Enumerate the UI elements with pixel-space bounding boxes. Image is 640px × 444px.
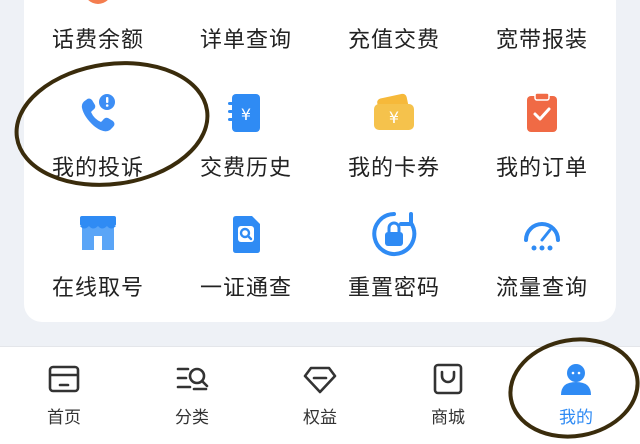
gauge-icon (524, 222, 560, 251)
service-data-query[interactable]: 流量查询 (468, 192, 616, 302)
service-complaint[interactable]: 我的投诉 (24, 72, 172, 182)
service-payment-history[interactable]: ¥ 交费历史 (172, 72, 320, 182)
service-label: 我的投诉 (51, 156, 144, 181)
tab-label: 权益 (303, 408, 337, 428)
svg-text:¥: ¥ (241, 105, 251, 124)
service-label: 详单查询 (199, 28, 292, 53)
category-search-icon (176, 367, 209, 391)
service-label: 流量查询 (495, 276, 588, 301)
service-label: 我的卡券 (347, 156, 440, 181)
tab-benefits[interactable]: 权益 (256, 347, 384, 444)
tab-label: 商城 (431, 408, 465, 428)
tab-label: 分类 (175, 408, 209, 428)
service-label: 一证通查 (199, 276, 292, 301)
phone-alert-icon (81, 94, 115, 132)
sim-search-icon (233, 216, 260, 253)
service-label: 话费余额 (51, 28, 144, 53)
tab-mine[interactable]: 我的 (512, 347, 640, 444)
service-take-number[interactable]: 在线取号 (24, 192, 172, 302)
lock-reset-icon (372, 212, 417, 256)
svg-text:¥: ¥ (389, 108, 399, 127)
user-icon (561, 364, 591, 395)
service-coupons[interactable]: ¥ 我的卡券 (320, 72, 468, 182)
service-label: 重置密码 (347, 276, 440, 301)
coupon-icon: ¥ (374, 93, 414, 130)
service-label: 宽带报装 (495, 28, 588, 53)
service-orders[interactable]: 我的订单 (468, 72, 616, 182)
home-icon (48, 365, 80, 393)
service-reset-password[interactable]: 重置密码 (320, 192, 468, 302)
clipboard-check-icon (527, 92, 557, 132)
shopping-bag-icon (433, 363, 463, 395)
payment-history-icon: ¥ (228, 94, 260, 132)
service-label: 充值交费 (347, 28, 440, 53)
tab-mall[interactable]: 商城 (384, 347, 512, 444)
diamond-icon (303, 366, 337, 394)
tab-label: 首页 (47, 408, 81, 428)
service-label: 我的订单 (495, 156, 588, 181)
service-label: 在线取号 (51, 276, 144, 301)
tab-category[interactable]: 分类 (128, 347, 256, 444)
tab-label: 我的 (559, 408, 593, 428)
bottom-tab-bar: 首页 分类 权益 商城 我的 (0, 346, 640, 444)
service-id-check[interactable]: 一证通查 (172, 192, 320, 302)
services-card: 话费余额 详单查询 充值交费 宽带报装 我的投诉 ¥ 交费历史 ¥ 我的卡券 我… (24, 0, 616, 322)
tab-home[interactable]: 首页 (0, 347, 128, 444)
store-icon (80, 216, 116, 250)
service-label: 交费历史 (199, 156, 292, 181)
